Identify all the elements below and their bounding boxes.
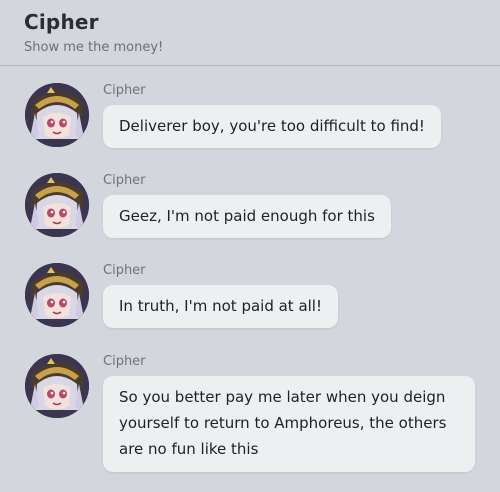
message-bubble[interactable]: Deliverer boy, you're too difficult to f… (103, 105, 441, 148)
contact-name: Cipher (24, 10, 99, 34)
message-list[interactable]: Cipher Deliverer boy, you're too difficu… (0, 67, 500, 492)
sender-name: Cipher (103, 354, 146, 369)
sender-name: Cipher (103, 83, 146, 98)
sender-name: Cipher (103, 263, 146, 278)
message-bubble[interactable]: Geez, I'm not paid enough for this (103, 195, 391, 238)
cipher-avatar-icon[interactable] (25, 173, 89, 237)
message-bubble[interactable]: In truth, I'm not paid at all! (103, 285, 338, 328)
message-bubble[interactable]: So you better pay me later when you deig… (103, 376, 475, 472)
sender-name: Cipher (103, 173, 146, 188)
contact-status: Show me the money! (24, 40, 164, 55)
cipher-avatar-icon[interactable] (25, 83, 89, 147)
cipher-avatar-icon[interactable] (25, 263, 89, 327)
cipher-avatar-icon[interactable] (25, 354, 89, 418)
chat-header: Cipher Show me the money! (0, 0, 500, 66)
